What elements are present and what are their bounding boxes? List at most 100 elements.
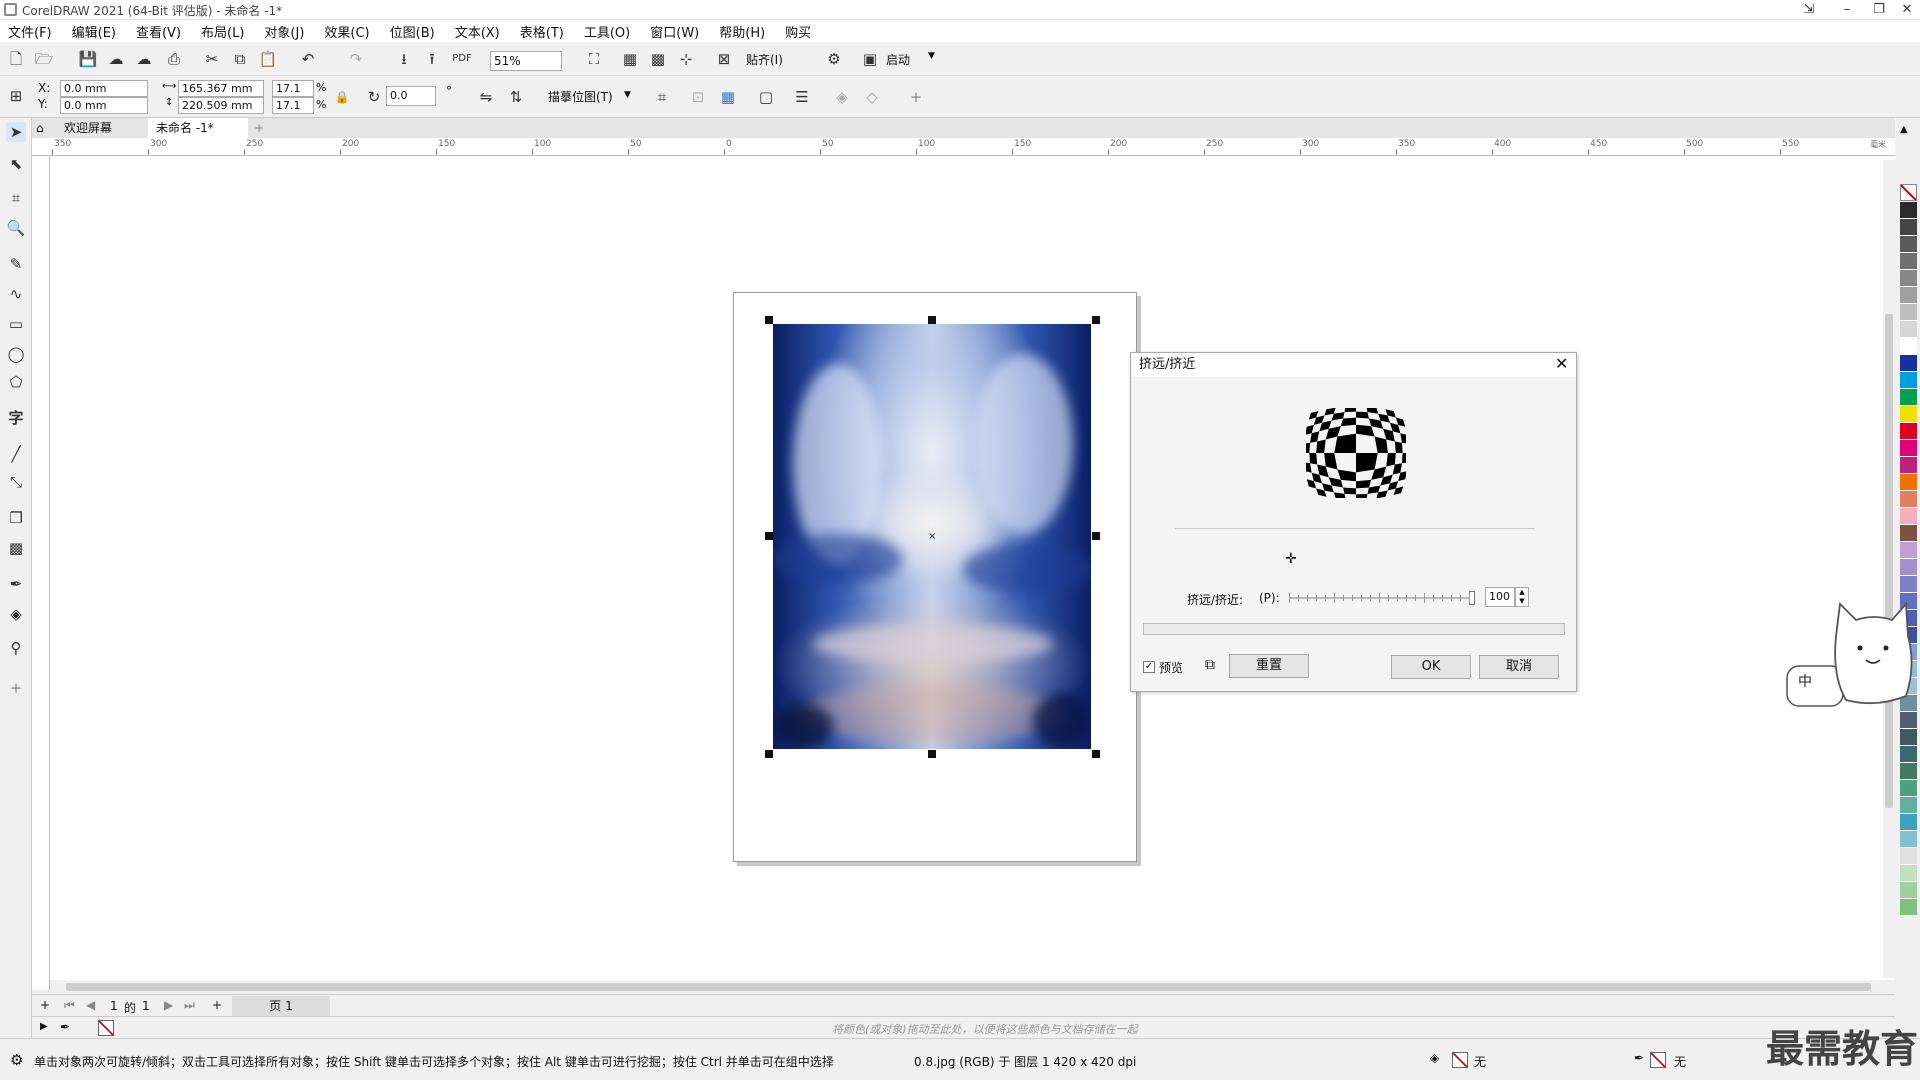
text-tool-icon[interactable]: 字	[6, 408, 26, 428]
interactive-fill-icon[interactable]: ◈	[6, 604, 26, 624]
crop-tool-icon[interactable]: ⌗	[6, 188, 26, 208]
last-page-icon[interactable]: ⏭	[184, 998, 195, 1013]
palette-swatch[interactable]	[1900, 287, 1917, 304]
center-marker-icon[interactable]: ×	[928, 531, 936, 542]
redo-icon[interactable]: ↷	[346, 49, 366, 69]
zoom-tool-icon[interactable]: 🔍	[6, 218, 26, 238]
menu-file[interactable]: 文件(F)	[8, 22, 52, 41]
palette-swatch[interactable]	[1900, 304, 1917, 321]
handle-bottom-left[interactable]	[765, 750, 773, 758]
smart-fill-icon[interactable]: ⚲	[6, 638, 26, 658]
palette-swatch[interactable]	[1900, 440, 1917, 457]
ellipse-tool-icon[interactable]: ◯	[6, 344, 26, 364]
palette-swatch[interactable]	[1900, 882, 1917, 899]
width-input[interactable]: 165.367 mm	[178, 80, 264, 97]
menu-view[interactable]: 查看(V)	[136, 22, 181, 41]
new-tab-icon[interactable]: +	[250, 118, 270, 138]
horizontal-scrollbar[interactable]	[50, 980, 1895, 994]
x-position-input[interactable]: 0.0 mm	[60, 80, 148, 97]
to-back-icon[interactable]: ◇	[862, 87, 882, 107]
bitmap-mask-icon[interactable]: ▦	[718, 87, 738, 107]
menu-buy[interactable]: 购买	[785, 22, 811, 41]
trace-bitmap-dropdown[interactable]: 描摹位图(T)	[548, 88, 613, 105]
crosshair-icon[interactable]: ✛	[1285, 551, 1297, 567]
print-icon[interactable]: ⎙	[164, 49, 184, 69]
menu-window[interactable]: 窗口(W)	[650, 22, 699, 41]
undo-icon[interactable]: ↶	[298, 49, 318, 69]
handle-top-right[interactable]	[1092, 316, 1100, 324]
dimension-tool-icon[interactable]: ╱	[6, 444, 26, 464]
menu-table[interactable]: 表格(T)	[520, 22, 564, 41]
pinch-value-input[interactable]: 100	[1485, 587, 1515, 607]
palette-swatch[interactable]	[1900, 202, 1917, 219]
tab-document[interactable]: 未命名 -1*	[148, 118, 248, 138]
next-page-icon[interactable]: ▶	[164, 998, 173, 1012]
handle-middle-left[interactable]	[765, 532, 773, 540]
pinch-slider[interactable]	[1289, 591, 1475, 605]
palette-swatch[interactable]	[1900, 814, 1917, 831]
palette-swatch[interactable]	[1900, 576, 1917, 593]
palette-swatch[interactable]	[1900, 321, 1917, 338]
new-document-icon[interactable]: 🗋	[6, 49, 26, 69]
paste-icon[interactable]: 📋	[258, 49, 278, 69]
launch-dropdown[interactable]: 启动	[886, 51, 910, 68]
palette-swatch[interactable]	[1900, 508, 1917, 525]
outline-swatch[interactable]	[1650, 1052, 1666, 1068]
menu-bitmaps[interactable]: 位图(B)	[390, 22, 435, 41]
close-button[interactable]: ✕	[1890, 0, 1920, 20]
reset-button[interactable]: 重置	[1229, 654, 1309, 678]
launch-chevron-down-icon[interactable]: ▼	[928, 51, 935, 61]
palette-swatch[interactable]	[1900, 831, 1917, 848]
menu-object[interactable]: 对象(J)	[264, 22, 304, 41]
palette-swatch[interactable]	[1900, 797, 1917, 814]
palette-swatch[interactable]	[1900, 712, 1917, 729]
value-spinner[interactable]: ▲ ▼	[1515, 587, 1529, 607]
palette-no-color[interactable]	[1900, 184, 1917, 201]
handle-bottom-center[interactable]	[928, 750, 936, 758]
previous-page-icon[interactable]: ◀	[86, 998, 95, 1012]
ok-button[interactable]: OK	[1391, 655, 1471, 679]
dialog-close-icon[interactable]: ✕	[1555, 354, 1568, 373]
palette-swatch[interactable]	[1900, 355, 1917, 372]
shape-tool-icon[interactable]: ⬉	[6, 154, 26, 174]
transparency-icon[interactable]: ▩	[6, 538, 26, 558]
crop-bitmap-icon[interactable]: ⌗	[652, 87, 672, 107]
y-position-input[interactable]: 0.0 mm	[60, 97, 148, 114]
cut-icon[interactable]: ✂	[202, 49, 222, 69]
no-color-swatch[interactable]	[98, 1020, 114, 1036]
pick-tool-icon[interactable]: ➤	[6, 122, 26, 142]
palette-swatch[interactable]	[1900, 219, 1917, 236]
horizontal-scroll-thumb[interactable]	[66, 983, 1871, 991]
export-icon[interactable]: ⭱	[422, 49, 442, 69]
drop-shadow-icon[interactable]: ❐	[6, 508, 26, 528]
minimize-button[interactable]: –	[1830, 0, 1864, 20]
palette-swatch[interactable]	[1900, 780, 1917, 797]
status-gear-icon[interactable]: ⚙	[10, 1051, 23, 1069]
palette-swatch[interactable]	[1900, 542, 1917, 559]
preview-checkbox[interactable]: ✓	[1143, 661, 1155, 673]
palette-swatch[interactable]	[1900, 406, 1917, 423]
rectangle-tool-icon[interactable]: ▭	[6, 314, 26, 334]
show-grid-icon[interactable]: ▩	[648, 49, 668, 69]
rotate-icon[interactable]: ↻	[364, 87, 384, 107]
wrap-text-icon[interactable]: ☰	[792, 87, 812, 107]
copy-icon[interactable]: ⧉	[230, 49, 250, 69]
palette-swatch[interactable]	[1900, 389, 1917, 406]
options-gear-icon[interactable]: ⚙	[824, 49, 844, 69]
show-rulers-icon[interactable]: ▦	[620, 49, 640, 69]
menu-text[interactable]: 文本(X)	[455, 22, 500, 41]
save-icon[interactable]: 💾	[78, 49, 98, 69]
height-input[interactable]: 220.509 mm	[178, 97, 264, 114]
snap-off-icon[interactable]: ⊠	[714, 49, 734, 69]
to-front-icon[interactable]: ◈	[832, 87, 852, 107]
menu-edit[interactable]: 编辑(E)	[72, 22, 116, 41]
edit-bitmap-icon[interactable]: ▢	[756, 87, 776, 107]
palette-swatch[interactable]	[1900, 338, 1917, 355]
palette-swatch[interactable]	[1900, 865, 1917, 882]
handle-bottom-right[interactable]	[1092, 750, 1100, 758]
snap-to-dropdown[interactable]: 贴齐(I)	[746, 51, 783, 68]
palette-swatch[interactable]	[1900, 848, 1917, 865]
cancel-button[interactable]: 取消	[1479, 655, 1559, 679]
scale-height-input[interactable]: 17.1	[272, 97, 314, 114]
cloud-download-icon[interactable]: ☁	[106, 49, 126, 69]
